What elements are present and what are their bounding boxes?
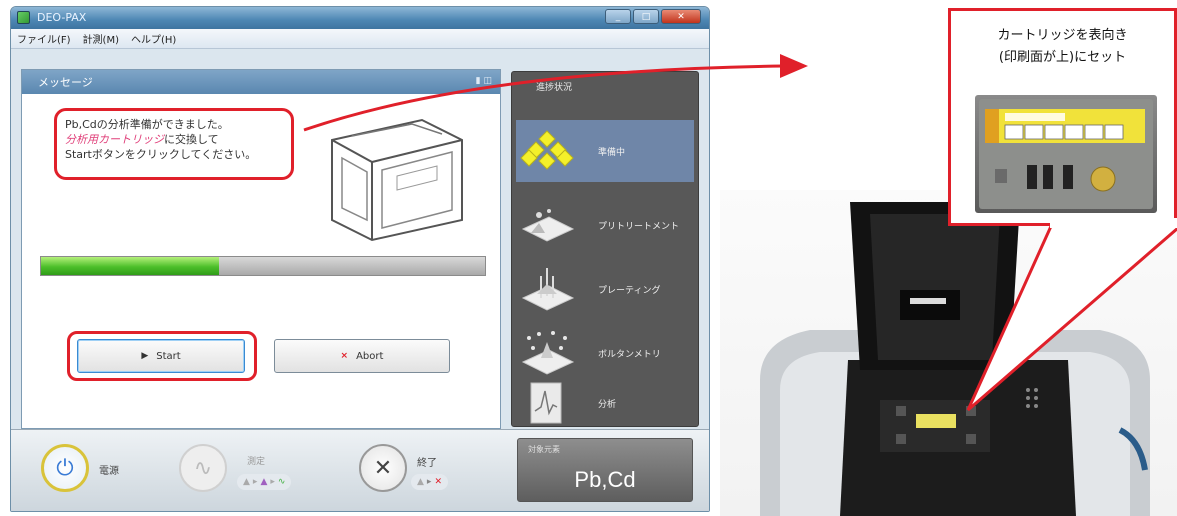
power-label: 電源 xyxy=(99,466,119,477)
message-line-2: 分析用カートリッジに交換して xyxy=(65,132,283,147)
window-title: DEO-PAX xyxy=(37,11,87,24)
bottom-toolbar: ⏻ 電源 ∿ 測定 ▲ ▸ ▲ ▸ ∿ ✕ 終了 ▲ ▸ ✕ 対象元素 Pb,Cd xyxy=(11,429,709,511)
device-illustration-icon xyxy=(331,118,463,242)
window-controls: _ □ ✕ xyxy=(605,9,701,24)
plating-icon xyxy=(516,261,578,317)
power-button[interactable]: ⏻ xyxy=(41,444,89,492)
menu-help[interactable]: ヘルプ(H) xyxy=(131,31,176,46)
pretreatment-icon xyxy=(516,197,578,253)
progress-steps-panel: 進捗状況 準備中 プリトリートメント プレーティング ボルタンメトリ 分析 xyxy=(511,71,699,427)
callout-line-1: カートリッジを表向き xyxy=(997,28,1128,43)
step-label: 分析 xyxy=(598,399,617,410)
menu-file[interactable]: ファイル(F) xyxy=(17,31,71,46)
callout-line-2: (印刷面が上)にセット xyxy=(998,50,1127,65)
message-panel-header: メッセージ xyxy=(22,70,500,94)
diamond-grid-icon xyxy=(516,123,578,179)
menu-measure[interactable]: 計測(M) xyxy=(83,31,119,46)
cross-icon: × xyxy=(340,351,349,361)
message-line-2-rest: に交換して xyxy=(164,133,219,146)
target-element-display: 対象元素 Pb,Cd xyxy=(517,438,693,502)
analyzer-device-image xyxy=(760,202,1150,516)
end-label: 終了 xyxy=(417,458,437,469)
start-button-label: Start xyxy=(156,350,181,362)
message-line-1: Pb,Cdの分析準備ができました。 xyxy=(65,118,229,131)
app-icon xyxy=(17,11,30,24)
step-item-preparing: 準備中 xyxy=(516,120,694,182)
step-item-pretreatment: プリトリートメント xyxy=(516,194,694,256)
cartridge-image xyxy=(975,95,1157,213)
end-button[interactable]: ✕ xyxy=(359,444,407,492)
step-label: 準備中 xyxy=(598,147,626,158)
progress-bar xyxy=(40,256,486,276)
target-element-value: Pb,Cd xyxy=(574,467,636,492)
measure-button: ∿ xyxy=(179,444,227,492)
start-button[interactable]: ▶ Start xyxy=(77,339,245,373)
step-label: プレーティング xyxy=(598,285,661,296)
abort-button[interactable]: × Abort xyxy=(274,339,450,373)
callout-box: カートリッジを表向き (印刷面が上)にセット xyxy=(948,8,1177,226)
arrow-right-icon xyxy=(780,54,808,78)
analysis-icon xyxy=(516,375,578,431)
client-area: メッセージ ▮ ◫ Pb,Cdの分析準備ができました。 分析用カートリッジに交換… xyxy=(11,49,709,511)
cartridge-highlight: 分析用カートリッジ xyxy=(65,133,164,146)
progress-fill xyxy=(41,257,219,275)
message-panel-title: メッセージ xyxy=(38,76,93,89)
step-item-analysis: 分析 xyxy=(516,372,694,434)
step-label: ボルタンメトリ xyxy=(598,349,661,360)
close-icon[interactable]: ✕ xyxy=(661,9,701,24)
waveform-icon: ∿ xyxy=(193,455,213,481)
menu-bar: ファイル(F) 計測(M) ヘルプ(H) xyxy=(11,29,709,49)
minimize-icon[interactable]: _ xyxy=(605,9,631,24)
message-panel: メッセージ ▮ ◫ Pb,Cdの分析準備ができました。 分析用カートリッジに交換… xyxy=(21,69,501,429)
target-element-label: 対象元素 xyxy=(528,445,560,454)
play-icon: ▶ xyxy=(141,351,149,361)
panel-pin-icon[interactable]: ▮ ◫ xyxy=(476,76,492,86)
title-bar: DEO-PAX _ □ ✕ xyxy=(11,7,709,29)
power-icon: ⏻ xyxy=(56,455,74,481)
step-label: プリトリートメント xyxy=(598,221,680,232)
message-line-3: Startボタンをクリックしてください。 xyxy=(65,148,257,161)
app-window: DEO-PAX _ □ ✕ ファイル(F) 計測(M) ヘルプ(H) メッセージ… xyxy=(10,6,710,512)
measure-label: 測定 xyxy=(247,457,266,467)
end-flow-icons: ▲ ▸ ✕ xyxy=(411,474,448,490)
abort-button-label: Abort xyxy=(356,350,384,362)
close-x-icon: ✕ xyxy=(373,455,393,481)
callout-text: カートリッジを表向き (印刷面が上)にセット xyxy=(951,25,1174,69)
instruction-message: Pb,Cdの分析準備ができました。 分析用カートリッジに交換して Startボタ… xyxy=(54,108,294,180)
measure-flow-icons: ▲ ▸ ▲ ▸ ∿ xyxy=(237,474,292,490)
maximize-icon[interactable]: □ xyxy=(633,9,659,24)
device-photo xyxy=(720,190,1177,516)
step-item-plating: プレーティング xyxy=(516,258,694,320)
steps-header: 進捗状況 xyxy=(536,83,573,93)
